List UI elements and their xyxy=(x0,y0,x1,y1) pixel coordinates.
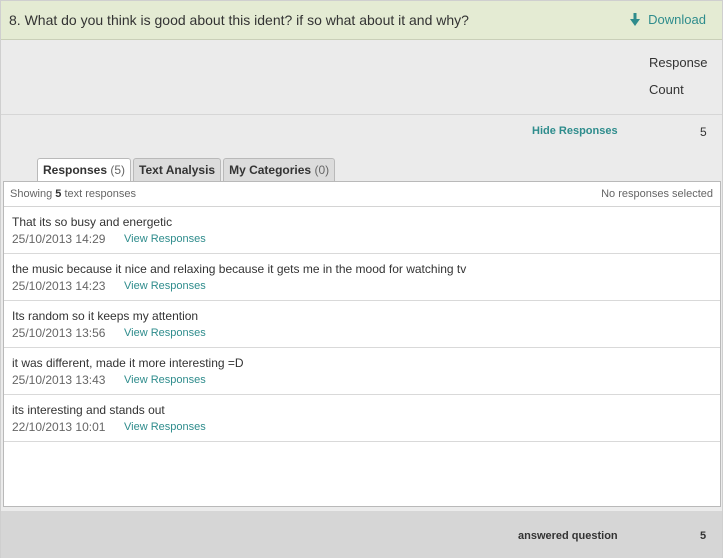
view-responses-link[interactable]: View Responses xyxy=(124,327,206,339)
download-label: Download xyxy=(648,12,706,27)
tab-text-analysis-label: Text Analysis xyxy=(139,163,216,177)
response-date: 25/10/2013 14:29 xyxy=(12,232,106,246)
response-count-label-line2: Count xyxy=(649,82,684,97)
response-tabs: Responses (5) Text Analysis My Categorie… xyxy=(37,158,336,182)
response-text: it was different, made it more interesti… xyxy=(12,356,244,370)
tab-responses[interactable]: Responses (5) xyxy=(37,158,132,182)
hide-responses-link[interactable]: Hide Responses xyxy=(532,125,618,137)
response-text: That its so busy and energetic xyxy=(12,215,173,229)
tab-responses-label: Responses xyxy=(43,163,108,177)
view-responses-link[interactable]: View Responses xyxy=(124,421,206,433)
tab-text-analysis[interactable]: Text Analysis xyxy=(133,158,222,181)
response-date: 25/10/2013 13:56 xyxy=(12,326,106,340)
question-card: 8. What do you think is good about this … xyxy=(0,0,723,558)
answered-question-label: answered question xyxy=(518,530,618,542)
tab-my-categories-label: My Categories xyxy=(229,163,312,177)
response-text: the music because it nice and relaxing b… xyxy=(12,262,467,276)
responses-toolbar: Showing 5 text responses No responses se… xyxy=(4,182,720,207)
download-button[interactable]: Download xyxy=(630,12,706,27)
response-text: its interesting and stands out xyxy=(12,403,165,417)
showing-prefix: Showing xyxy=(10,188,53,200)
response-row[interactable]: Its random so it keeps my attention 25/1… xyxy=(4,301,720,348)
response-date: 25/10/2013 13:43 xyxy=(12,373,106,387)
response-date: 22/10/2013 10:01 xyxy=(12,420,106,434)
view-responses-link[interactable]: View Responses xyxy=(124,233,206,245)
showing-count-text: Showing 5 text responses xyxy=(10,188,136,200)
question-title: 8. What do you think is good about this … xyxy=(9,12,469,28)
download-arrow-icon xyxy=(630,13,641,26)
response-date: 25/10/2013 14:23 xyxy=(12,279,106,293)
response-count-header: Response Count xyxy=(1,40,722,115)
response-row[interactable]: its interesting and stands out 22/10/201… xyxy=(4,395,720,442)
tab-responses-count: (5) xyxy=(110,163,126,177)
response-row[interactable]: That its so busy and energetic 25/10/201… xyxy=(4,207,720,254)
showing-suffix: text responses xyxy=(64,188,136,200)
selection-status: No responses selected xyxy=(601,188,713,200)
response-count-label-line1: Response xyxy=(649,55,708,70)
question-header: 8. What do you think is good about this … xyxy=(1,1,722,40)
response-count-value: 5 xyxy=(700,125,707,139)
tab-my-categories[interactable]: My Categories (0) xyxy=(223,158,336,181)
view-responses-link[interactable]: View Responses xyxy=(124,280,206,292)
showing-count: 5 xyxy=(55,188,62,200)
answered-question-footer: answered question 5 xyxy=(1,511,722,558)
response-row[interactable]: it was different, made it more interesti… xyxy=(4,348,720,395)
view-responses-link[interactable]: View Responses xyxy=(124,374,206,386)
response-text: Its random so it keeps my attention xyxy=(12,309,199,323)
tab-my-categories-count: (0) xyxy=(314,163,330,177)
responses-panel: Showing 5 text responses No responses se… xyxy=(3,181,721,507)
answered-question-count: 5 xyxy=(700,530,707,542)
response-row[interactable]: the music because it nice and relaxing b… xyxy=(4,254,720,301)
